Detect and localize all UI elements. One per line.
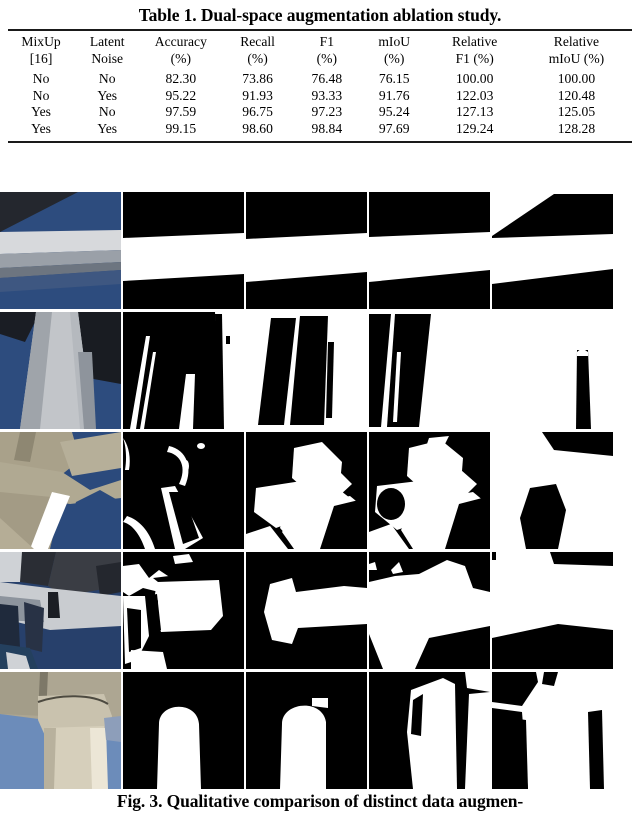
mask-a-row3 [123,432,244,549]
cell-latent: Yes [97,120,118,136]
mask-a-row5 [123,672,244,789]
figure-grid [0,192,640,790]
cell-mixup: No [32,87,50,103]
figure-row-3 [0,432,640,549]
mask-c-row4 [369,552,490,669]
table-row-best: Yes Yes 99.15 98.60 98.84 97.69 129.24 1… [8,121,632,138]
cell-f1: 76.48 [311,71,343,87]
table-row: No No 82.30 73.86 76.48 76.15 100.00 100… [8,67,632,88]
table-row: No Yes 95.22 91.93 93.33 91.76 122.03 12… [8,88,632,105]
figure-row-5 [0,672,640,789]
mask-d-row1 [492,192,613,309]
cell-latent: Yes [97,87,118,103]
mask-a-row4 [123,552,244,669]
mask-c-row1 [369,192,490,309]
col-header-miou-l2: (%) [384,50,405,66]
figure-caption: Fig. 3. Qualitative comparison of distin… [116,791,524,811]
cell-recall: 73.86 [242,71,273,87]
table-caption: Table 1. Dual-space augmentation ablatio… [138,5,502,25]
col-header-relmiou-l2: mIoU (%) [548,50,605,66]
col-header-relf1-l1: Relative [452,34,498,49]
cell-rel-miou: 100.00 [557,71,596,87]
mask-a-row1 [123,192,244,309]
cell-accuracy: 95.22 [165,87,197,103]
table-header-row-2: [16] Noise (%) (%) (%) (%) F1 (%) mIoU (… [8,51,632,68]
input-photo-row4 [0,552,121,669]
cell-miou: 76.15 [378,71,410,87]
col-header-miou-l1: mIoU [378,34,411,49]
table-header-row-1: MixUp Latent Accuracy Recall F1 mIoU Rel… [8,31,632,51]
cell-accuracy: 82.30 [165,71,197,87]
cell-mixup: Yes [31,120,51,136]
cell-f1: 93.33 [311,87,343,103]
cell-mixup: No [32,71,50,87]
cell-rel-miou: 125.05 [557,104,596,120]
input-photo-row2 [0,312,121,429]
cell-miou: 91.76 [378,87,410,103]
input-photo-row5 [0,672,121,789]
cell-rel-f1: 127.13 [456,104,494,120]
table-body: No No 82.30 73.86 76.48 76.15 100.00 100… [8,67,632,137]
mask-d-row3 [492,432,613,549]
mask-c-row3 [369,432,490,549]
mask-b-row3 [246,432,367,549]
ablation-table: MixUp Latent Accuracy Recall F1 mIoU Rel… [8,31,632,137]
mask-c-row5 [369,672,490,789]
mask-d-row5 [492,672,613,789]
mask-a-row2 [123,312,244,429]
col-header-accuracy-l1: Accuracy [154,34,207,49]
table-block: Table 1. Dual-space augmentation ablatio… [0,0,640,144]
col-header-mixup-l2: [16] [29,50,53,66]
cell-rel-f1: 122.03 [456,87,494,103]
cell-rel-f1: 129.24 [456,120,494,136]
table-row: Yes No 97.59 96.75 97.23 95.24 127.13 12… [8,104,632,121]
table-head: MixUp Latent Accuracy Recall F1 mIoU Rel… [8,31,632,67]
cell-accuracy: 99.15 [165,120,197,136]
mask-b-row1 [246,192,367,309]
cell-accuracy: 97.59 [165,104,197,120]
input-photo-row1 [0,192,121,309]
col-header-f1-l1: F1 [319,34,335,49]
figure-row-4 [0,552,640,669]
cell-miou: 95.24 [378,104,410,120]
mask-b-row4 [246,552,367,669]
col-header-recall-l2: (%) [247,50,268,66]
cell-recall: 96.75 [242,104,273,120]
figure-row-1 [0,192,640,309]
cell-mixup: Yes [31,104,51,120]
mask-d-row2 [492,312,613,429]
input-photo-row3 [0,432,121,549]
paper-page: Table 1. Dual-space augmentation ablatio… [0,0,640,819]
col-header-f1-l2: (%) [316,50,338,66]
mask-b-row5 [246,672,367,789]
cell-latent: No [98,104,116,120]
figure-row-2 [0,312,640,429]
mask-b-row2 [246,312,367,429]
cell-f1: 97.23 [311,104,343,120]
cell-f1: 98.84 [311,120,343,136]
cell-rel-miou: 128.28 [557,120,596,136]
cell-latent: No [98,71,116,87]
cell-recall: 98.60 [242,120,273,136]
cell-miou: 97.69 [378,120,410,136]
cell-recall: 91.93 [242,87,273,103]
col-header-relmiou-l1: Relative [553,34,600,49]
mask-d-row4 [492,552,613,669]
mask-c-row2 [369,312,490,429]
table-rule-bottom [8,141,632,144]
col-header-relf1-l2: F1 (%) [455,50,494,66]
col-header-accuracy-l2: (%) [170,50,192,66]
col-header-mixup-l1: MixUp [21,34,61,49]
col-header-latent-l2: Noise [91,50,124,66]
cell-rel-miou: 120.48 [557,87,596,103]
col-header-latent-l1: Latent [89,34,125,49]
col-header-recall-l1: Recall [240,34,275,49]
cell-rel-f1: 100.00 [456,71,494,87]
